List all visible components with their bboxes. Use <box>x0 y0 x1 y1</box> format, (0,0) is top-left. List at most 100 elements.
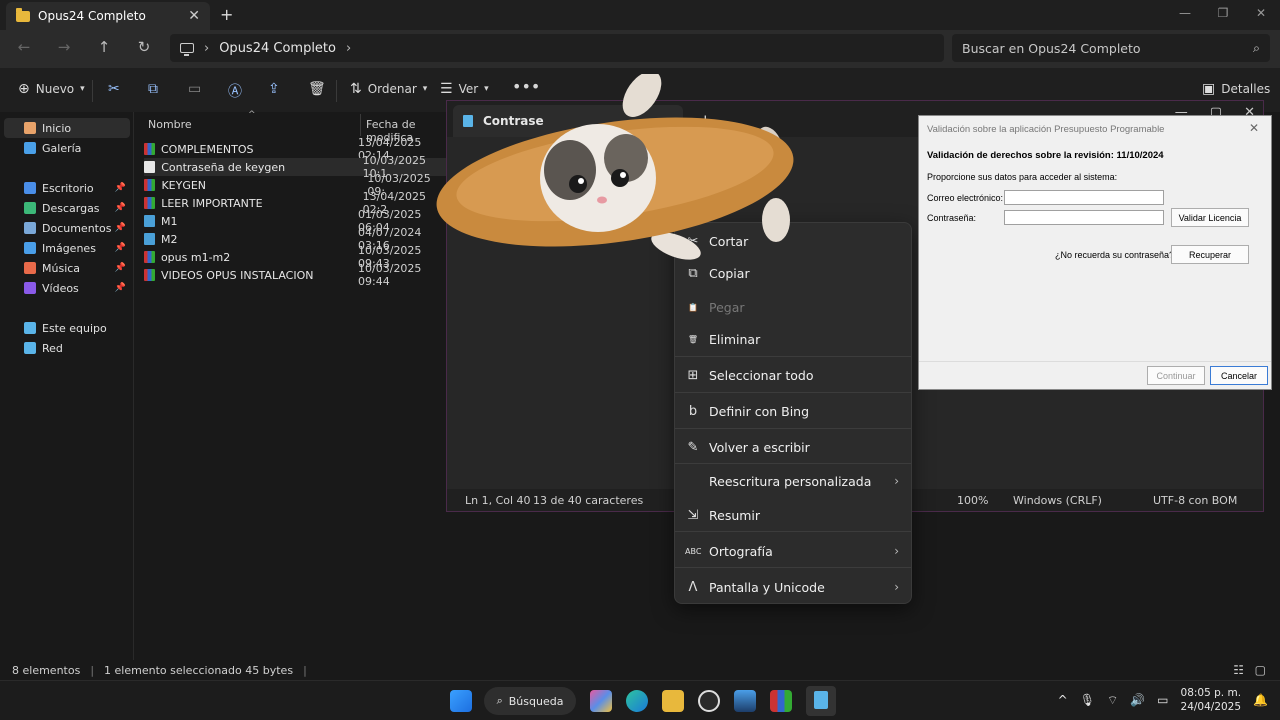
email-field[interactable] <box>1004 190 1164 205</box>
column-divider[interactable] <box>360 114 361 136</box>
breadcrumb[interactable]: Opus24 Completo <box>219 41 336 56</box>
recover-button[interactable]: Recuperar <box>1171 245 1249 264</box>
file-row[interactable]: VIDEOS OPUS INSTALACION 10/03/2025 09:44 <box>144 262 448 288</box>
pin-icon[interactable]: 📌 <box>115 243 126 253</box>
chevron-right-icon: › <box>894 580 899 594</box>
copilot-icon[interactable] <box>590 690 612 712</box>
menu-item-5[interactable]: ⊞ Seleccionar todo <box>675 359 911 391</box>
share-button[interactable]: ⇪ <box>268 81 280 97</box>
validation-dialog: Validación sobre la aplicación Presupues… <box>918 115 1272 390</box>
sidebar-item-label: Descargas <box>42 201 100 215</box>
column-header-name[interactable]: Nombre <box>148 118 192 131</box>
sidebar-item-1[interactable]: Inicio <box>4 118 130 138</box>
notepad-taskbar-button[interactable] <box>806 686 836 716</box>
sort-label: Ordenar <box>367 82 417 96</box>
paste-icon: 📋 <box>688 302 698 312</box>
menu-separator <box>675 428 911 429</box>
sidebar-item-5[interactable]: Documentos 📌 <box>4 218 130 238</box>
archive-file-icon <box>144 143 155 155</box>
up-button[interactable]: ↑ <box>92 38 116 58</box>
details-button[interactable]: ▣ Detalles <box>1202 81 1270 97</box>
sidebar-item-label: Imágenes <box>42 241 96 255</box>
file-explorer-icon[interactable] <box>662 690 684 712</box>
address-bar[interactable]: › Opus24 Completo › <box>170 34 944 62</box>
pin-icon[interactable]: 📌 <box>115 263 126 273</box>
volume-icon[interactable]: 🔊 <box>1130 693 1145 707</box>
sort-button[interactable]: ⇅ Ordenar ▾ <box>350 81 427 97</box>
winrar-icon[interactable] <box>770 690 792 712</box>
pin-icon[interactable]: 📌 <box>115 283 126 293</box>
rename-icon: Ⓐ <box>228 84 242 100</box>
copy-icon: ⧉ <box>148 81 158 97</box>
menu-separator <box>675 463 911 464</box>
sidebar-item-9[interactable]: Este equipo <box>4 318 130 338</box>
menu-item-label: Reescritura personalizada <box>709 473 872 489</box>
chevron-up-icon[interactable]: ^ <box>1058 693 1068 707</box>
maximize-button[interactable]: ❐ <box>1204 0 1242 26</box>
copy-button[interactable]: ⧉ <box>148 81 158 97</box>
menu-item-4[interactable]: 🗑 Eliminar <box>675 323 911 355</box>
tiles-view-icon[interactable]: ▢ <box>1255 663 1266 677</box>
close-window-button[interactable]: ✕ <box>1242 0 1280 26</box>
close-icon[interactable]: ✕ <box>1249 121 1259 135</box>
continue-button[interactable]: Continuar <box>1147 366 1205 385</box>
archive-file-icon <box>144 251 155 263</box>
cat-paw <box>622 74 662 117</box>
paste-button[interactable]: ▭ <box>188 81 201 97</box>
delete-button[interactable]: 🗑 <box>308 81 326 97</box>
validate-license-button[interactable]: Validar Licencia <box>1171 208 1249 227</box>
file-name: KEYGEN <box>161 178 207 192</box>
menu-item-10[interactable]: ABC Ortografía › <box>675 535 911 567</box>
cut-icon: ✂ <box>108 81 120 97</box>
sidebar-item-3[interactable]: Escritorio 📌 <box>4 178 130 198</box>
explorer-tab[interactable]: Opus24 Completo ✕ <box>6 2 210 30</box>
sidebar-item-label: Red <box>42 341 63 355</box>
select-all-icon: ⊞ <box>687 367 699 383</box>
cut-button[interactable]: ✂ <box>108 81 120 97</box>
sidebar-item-2[interactable]: Galería <box>4 138 130 158</box>
divider <box>92 80 93 102</box>
sidebar-item-6[interactable]: Imágenes 📌 <box>4 238 130 258</box>
sidebar-item-8[interactable]: Vídeos 📌 <box>4 278 130 298</box>
start-button[interactable] <box>450 690 472 712</box>
menu-item-3[interactable]: 📋 Pegar <box>675 291 911 323</box>
menu-item-9[interactable]: ⇲ Resumir <box>675 499 911 531</box>
battery-icon[interactable]: ▭ <box>1157 693 1168 707</box>
chevron-right-icon[interactable]: › <box>346 41 351 56</box>
clock[interactable]: 08:05 p. m. 24/04/2025 <box>1181 686 1242 714</box>
wifi-icon[interactable]: ⌔ <box>1107 693 1118 708</box>
menu-item-7[interactable]: ✎ Volver a escribir <box>675 431 911 463</box>
minimize-button[interactable]: — <box>1166 0 1204 26</box>
gallery-icon <box>24 142 36 154</box>
email-label: Correo electrónico: <box>927 193 1004 203</box>
menu-item-8[interactable]: Reescritura personalizada › <box>675 465 911 497</box>
app-icon[interactable] <box>698 690 720 712</box>
microphone-icon[interactable]: 🎙 <box>1080 693 1095 707</box>
rename-button[interactable]: Ⓐ <box>228 81 242 101</box>
close-icon[interactable]: ✕ <box>188 8 200 24</box>
search-input[interactable]: Buscar en Opus24 Completo ⌕ <box>952 34 1270 62</box>
menu-item-6[interactable]: b Definir con Bing <box>675 395 911 427</box>
forward-button[interactable]: → <box>52 38 76 58</box>
refresh-button[interactable]: ↻ <box>132 38 156 58</box>
password-field[interactable] <box>1004 210 1164 225</box>
cancel-button[interactable]: Cancelar <box>1210 366 1268 385</box>
back-button[interactable]: ← <box>12 38 36 58</box>
pin-icon[interactable]: 📌 <box>115 223 126 233</box>
taskbar-search-button[interactable]: ⌕ Búsqueda <box>484 687 576 715</box>
desktop-icon <box>24 182 36 194</box>
sidebar-item-10[interactable]: Red <box>4 338 130 358</box>
sidebar-item-4[interactable]: Descargas 📌 <box>4 198 130 218</box>
app-icon[interactable] <box>734 690 756 712</box>
sidebar-item-7[interactable]: Música 📌 <box>4 258 130 278</box>
new-tab-button[interactable]: + <box>220 5 233 24</box>
edge-icon[interactable] <box>626 690 648 712</box>
details-view-icon[interactable]: ☷ <box>1233 663 1244 677</box>
pin-icon[interactable]: 📌 <box>115 183 126 193</box>
menu-item-11[interactable]: Λ Pantalla y Unicode › <box>675 571 911 603</box>
pin-icon[interactable]: 📌 <box>115 203 126 213</box>
notification-bell-icon[interactable]: 🔔 <box>1253 693 1268 707</box>
plus-circle-icon: ⊕ <box>18 81 30 97</box>
explorer-tabbar: Opus24 Completo ✕ + — ❐ ✕ <box>0 0 1280 30</box>
new-button[interactable]: ⊕ Nuevo ▾ <box>18 81 85 97</box>
